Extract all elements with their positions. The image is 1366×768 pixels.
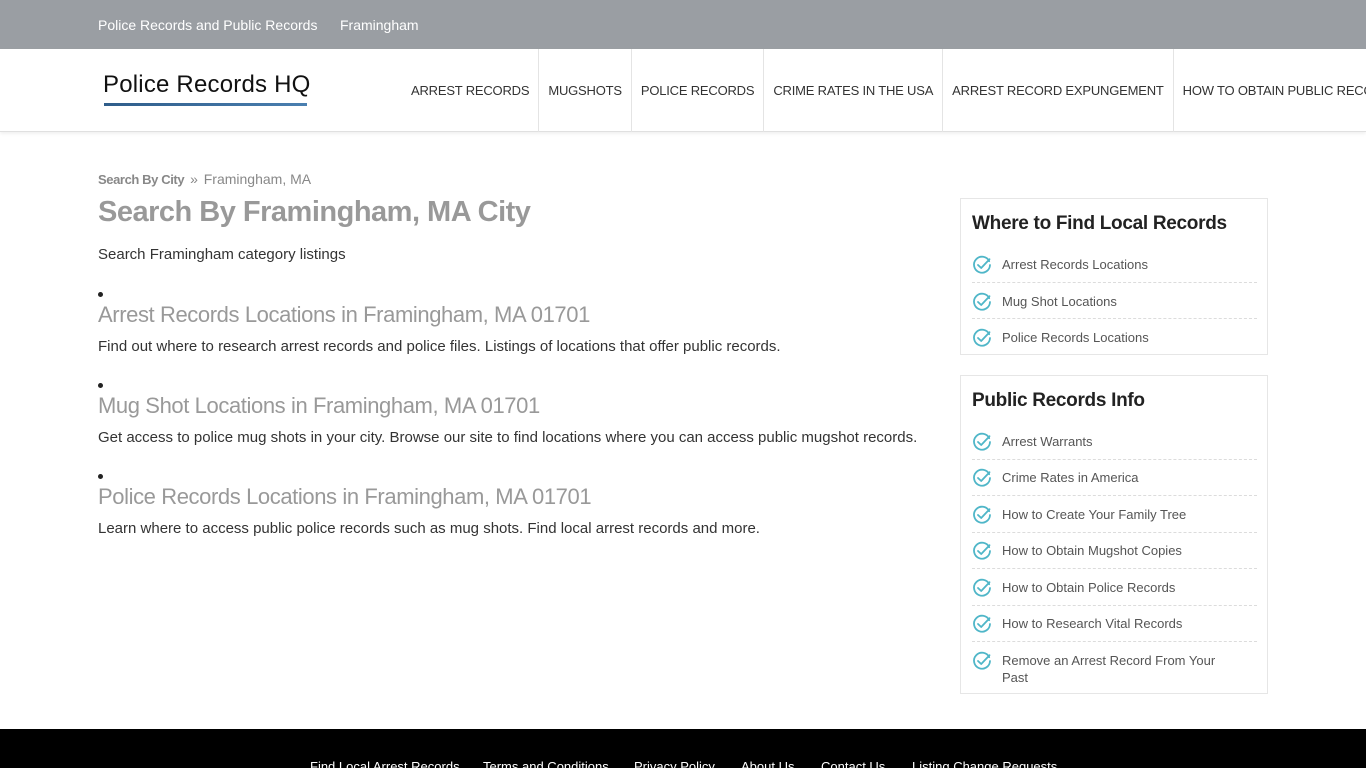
widget-item-label: Arrest Warrants: [1002, 434, 1093, 449]
widget-item-label: How to Obtain Mugshot Copies: [1002, 543, 1182, 558]
widget-item-police-records[interactable]: How to Obtain Police Records: [972, 578, 1257, 606]
page-intro: Search Framingham category listings: [98, 246, 346, 263]
footer-link-about[interactable]: About Us: [741, 759, 794, 768]
nav-arrest-records[interactable]: Arrest Records: [402, 49, 540, 132]
site-header: Police Records HQ Arrest Records Mugshot…: [0, 49, 1366, 132]
footer-link-listing-change[interactable]: Listing Change Requests: [912, 759, 1057, 768]
widget-title: Public Records Info: [972, 390, 1145, 411]
listing-desc: Get access to police mug shots in your c…: [98, 429, 918, 446]
check-circle-icon: [973, 505, 991, 524]
widget-item-label: Remove an Arrest Record From Your Past: [1002, 653, 1216, 685]
widget-local-records: Where to Find Local Records Arrest Recor…: [960, 198, 1268, 355]
check-circle-icon: [973, 328, 991, 347]
widget-item-label: Police Records Locations: [1002, 330, 1149, 345]
check-circle-icon: [973, 651, 991, 670]
widget-item-mugshot-copies[interactable]: How to Obtain Mugshot Copies: [972, 541, 1257, 569]
check-circle-icon: [973, 578, 991, 597]
bullet: [98, 474, 103, 479]
widget-item-label: Mug Shot Locations: [1002, 294, 1117, 309]
logo-underline: [104, 103, 307, 106]
nav-police-records[interactable]: Police Records: [632, 49, 765, 132]
breadcrumb-separator: »: [190, 171, 198, 187]
breadcrumb: Search By City » Framingham, MA: [98, 171, 311, 187]
topbar-link-framingham[interactable]: Framingham: [340, 17, 419, 33]
nav-expungement[interactable]: Arrest Record Expungement: [943, 49, 1174, 132]
footer-link-privacy[interactable]: Privacy Policy: [634, 759, 715, 768]
listing-desc: Learn where to access public police reco…: [98, 520, 760, 537]
widget-item-label: How to Research Vital Records: [1002, 616, 1183, 631]
check-circle-icon: [973, 468, 991, 487]
logo-text: Police Records HQ: [103, 71, 311, 98]
footer-link-terms[interactable]: Terms and Conditions: [483, 759, 609, 768]
widget-item-label: Crime Rates in America: [1002, 470, 1139, 485]
widget-item-vital-records[interactable]: How to Research Vital Records: [972, 614, 1257, 642]
check-circle-icon: [973, 614, 991, 633]
bullet: [98, 292, 103, 297]
breadcrumb-current: Framingham, MA: [203, 171, 312, 187]
listing-desc: Find out where to research arrest record…: [98, 338, 781, 355]
footer-link-contact[interactable]: Contact Us: [821, 759, 885, 768]
listing-title-link[interactable]: Mug Shot Locations in Framingham, MA 017…: [98, 393, 540, 419]
widget-public-records-info: Public Records Info Arrest Warrants Crim…: [960, 375, 1268, 694]
check-circle-icon: [973, 541, 991, 560]
widget-item-crime-rates[interactable]: Crime Rates in America: [972, 468, 1257, 496]
main-nav: Arrest Records Mugshots Police Records C…: [402, 49, 1366, 132]
breadcrumb-link[interactable]: Search By City: [98, 172, 185, 187]
widget-item-police-records-locations[interactable]: Police Records Locations: [972, 328, 1257, 350]
widget-item-arrest-warrants[interactable]: Arrest Warrants: [972, 432, 1257, 460]
nav-public-records[interactable]: How to Obtain Public Records: [1174, 49, 1366, 132]
widget-item-arrest-records-locations[interactable]: Arrest Records Locations: [972, 255, 1257, 283]
check-circle-icon: [973, 255, 991, 274]
check-circle-icon: [973, 292, 991, 311]
widget-item-mug-shot-locations[interactable]: Mug Shot Locations: [972, 292, 1257, 319]
topbar-link-home[interactable]: Police Records and Public Records: [98, 17, 317, 33]
top-bar: Police Records and Public Records Framin…: [0, 0, 1366, 49]
listing-title-link[interactable]: Police Records Locations in Framingham, …: [98, 484, 592, 510]
widget-item-label: How to Obtain Police Records: [1002, 580, 1176, 595]
check-circle-icon: [973, 432, 991, 451]
listing-title-link[interactable]: Arrest Records Locations in Framingham, …: [98, 302, 590, 328]
widget-item-label: How to Create Your Family Tree: [1002, 507, 1187, 522]
nav-mugshots[interactable]: Mugshots: [539, 49, 632, 132]
widget-item-remove-arrest-record[interactable]: Remove an Arrest Record From Your Past: [972, 651, 1257, 689]
nav-crime-rates[interactable]: Crime Rates in the USA: [764, 49, 944, 132]
footer-link-find-local[interactable]: Find Local Arrest Records: [310, 759, 460, 768]
widget-item-family-tree[interactable]: How to Create Your Family Tree: [972, 505, 1257, 533]
widget-item-label: Arrest Records Locations: [1002, 257, 1148, 272]
site-footer: Find Local Arrest Records Terms and Cond…: [0, 729, 1366, 768]
site-logo[interactable]: Police Records HQ: [103, 71, 311, 106]
widget-title: Where to Find Local Records: [972, 213, 1227, 234]
page-title: Search By Framingham, MA City: [98, 196, 531, 228]
bullet: [98, 383, 103, 388]
